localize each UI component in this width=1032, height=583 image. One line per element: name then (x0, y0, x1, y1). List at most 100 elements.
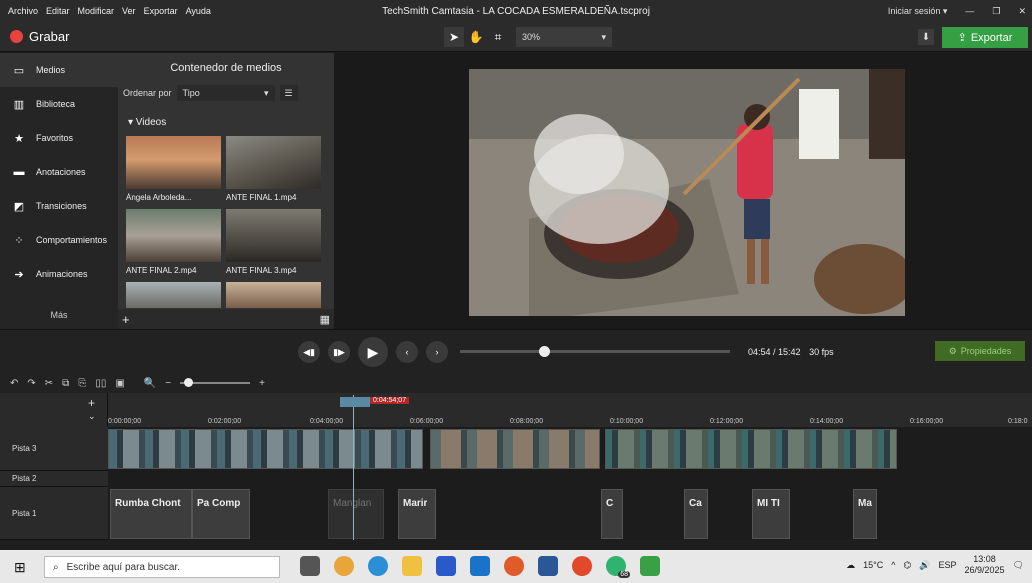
menu-ayuda[interactable]: Ayuda (186, 6, 211, 16)
time-readout: 04:54 / 15:42 30 fps (748, 347, 834, 357)
grid-view-icon[interactable]: ▦ (320, 313, 330, 326)
volume-icon[interactable]: 🔊 (919, 560, 930, 571)
cut-icon[interactable]: ✂ (45, 378, 53, 389)
media-item[interactable]: ANTE FINAL 2.mp4 (126, 209, 221, 275)
video-preview[interactable] (469, 69, 905, 316)
playhead[interactable] (353, 395, 354, 540)
audio-clip[interactable]: Pa Comp (192, 489, 250, 539)
menu-ver[interactable]: Ver (122, 6, 136, 16)
clock-date: 26/9/2025 (964, 565, 1005, 575)
download-icon[interactable]: ⬇ (918, 29, 934, 45)
restore-icon[interactable]: ❐ (992, 6, 1000, 17)
zoom-out-icon[interactable]: − (165, 378, 171, 389)
camtasia-icon[interactable] (640, 556, 660, 576)
video-thumbnail[interactable] (126, 282, 221, 308)
menu-modificar[interactable]: Modificar (78, 6, 115, 16)
properties-button[interactable]: ⚙ Propiedades (935, 341, 1025, 361)
zoom-in-icon[interactable]: + (259, 378, 265, 389)
scrub-bar[interactable] (460, 346, 730, 357)
video-clip[interactable] (108, 429, 423, 469)
view-options-icon[interactable]: ☰ (279, 85, 298, 101)
sidebar-item-anotaciones[interactable]: ▬ Anotaciones (0, 155, 118, 189)
more-button[interactable]: Más (0, 310, 118, 328)
track-header-1[interactable]: Pista 1 (0, 487, 108, 540)
track-header-3[interactable]: Pista 3 (0, 427, 108, 471)
notifications-icon[interactable]: 🗨 (1013, 560, 1024, 571)
word-icon[interactable] (538, 556, 558, 576)
add-media-icon[interactable]: + (122, 312, 130, 327)
language-indicator[interactable]: ESP (939, 560, 957, 570)
playhead-handle[interactable] (340, 397, 370, 407)
zoom-dropdown[interactable]: 30% ▾ (516, 27, 612, 47)
split-icon[interactable]: ▯▯ (95, 378, 106, 389)
video-clip[interactable] (430, 429, 600, 469)
whatsapp-icon[interactable]: 68 (606, 556, 630, 578)
audio-clip[interactable]: Marir (398, 489, 436, 539)
firefox-icon[interactable] (504, 556, 524, 576)
redo-icon[interactable]: ↷ (27, 378, 35, 389)
audio-clip[interactable]: Manglan (328, 489, 384, 539)
crop-tool-icon[interactable]: ⌗ (488, 27, 508, 47)
zoom-slider-knob[interactable] (184, 378, 194, 387)
sort-dropdown[interactable]: Tipo ▾ (176, 85, 275, 101)
track-header-2[interactable]: Pista 2 (0, 471, 108, 487)
select-tool-icon[interactable]: ➤ (444, 27, 464, 47)
edge-icon[interactable] (368, 556, 388, 576)
export-button[interactable]: ⇪ Exportar (942, 27, 1028, 48)
audio-clip[interactable]: C (601, 489, 623, 539)
media-item[interactable]: ANTE FINAL 1.mp4 (226, 136, 321, 202)
sidebar-item-transiciones[interactable]: ◩ Transiciones (0, 189, 118, 223)
signin-button[interactable]: Iniciar sesión ▾ (888, 6, 948, 17)
media-item[interactable]: ANTE FINAL 3.mp4 (226, 209, 321, 275)
minimize-icon[interactable]: — (965, 6, 974, 16)
task-view-icon[interactable] (300, 556, 320, 576)
file-explorer-icon[interactable] (402, 556, 422, 576)
copy-icon[interactable]: ⧉ (62, 378, 69, 389)
windows-start-icon[interactable]: ⊞ (14, 559, 26, 576)
media-icon: ▭ (13, 64, 25, 77)
menu-exportar[interactable]: Exportar (144, 6, 178, 16)
record-button[interactable]: Grabar (10, 29, 69, 44)
media-item[interactable]: Ángela Arboleda... (126, 136, 221, 202)
video-thumbnail[interactable] (226, 282, 321, 308)
audio-clip[interactable]: Ca (684, 489, 708, 539)
store-icon[interactable] (436, 556, 456, 576)
network-icon[interactable]: ⌬ (903, 560, 911, 571)
timeline-zoom-slider[interactable] (180, 378, 251, 387)
sidebar-item-favoritos[interactable]: ★ Favoritos (0, 121, 118, 155)
step-back-icon[interactable]: ▮▶ (328, 341, 350, 363)
chevron-down-icon[interactable]: ⌄ (88, 411, 96, 422)
previous-icon[interactable]: ‹ (396, 341, 418, 363)
sidebar-item-animaciones[interactable]: ➔ Animaciones (0, 257, 118, 291)
rewind-icon[interactable]: ◀▮ (298, 341, 320, 363)
timeline-ruler[interactable]: + ⌄ 0:00:00;00 0:02:00;00 0:04:00;00 0:0… (0, 393, 1032, 427)
taskbar-search[interactable]: ⌕ Escribe aquí para buscar. (44, 556, 280, 578)
chevron-up-icon[interactable]: ^ (891, 560, 895, 570)
snapshot-icon[interactable]: ▣ (115, 378, 124, 389)
videos-section-header[interactable]: ▾ Videos (128, 117, 166, 128)
pan-tool-icon[interactable]: ✋ (466, 27, 486, 47)
audio-clip[interactable]: MI TI (752, 489, 790, 539)
add-track-icon[interactable]: + (88, 396, 95, 410)
sidebar-item-comportamientos[interactable]: ⁘ Comportamientos (0, 223, 118, 257)
close-icon[interactable]: ✕ (1018, 6, 1026, 17)
play-icon[interactable]: ▶ (358, 337, 388, 367)
audio-clip[interactable]: Ma (853, 489, 877, 539)
paste-icon[interactable]: ⎘ (78, 378, 86, 389)
scrub-knob[interactable] (538, 346, 550, 357)
camtasia-recorder-icon[interactable] (572, 556, 592, 576)
clock[interactable]: 13:08 26/9/2025 (965, 554, 1005, 576)
sidebar-item-biblioteca[interactable]: ▥ Biblioteca (0, 87, 118, 121)
sidebar-item-label: Favoritos (36, 133, 74, 143)
menu-editar[interactable]: Editar (46, 6, 70, 16)
next-icon[interactable]: › (426, 341, 448, 363)
video-clip[interactable] (605, 429, 897, 469)
undo-icon[interactable]: ↶ (10, 378, 18, 389)
chrome-icon[interactable] (334, 556, 354, 576)
windows-taskbar: ⊞ ⌕ Escribe aquí para buscar. 68 ☁ 15°C … (0, 550, 1032, 583)
menu-archivo[interactable]: Archivo (8, 6, 38, 16)
audio-clip[interactable]: Rumba Chont (110, 489, 192, 539)
video-thumbnail (226, 136, 321, 189)
sidebar-item-medios[interactable]: ▭ Medios (0, 53, 118, 87)
outlook-icon[interactable] (470, 556, 490, 576)
